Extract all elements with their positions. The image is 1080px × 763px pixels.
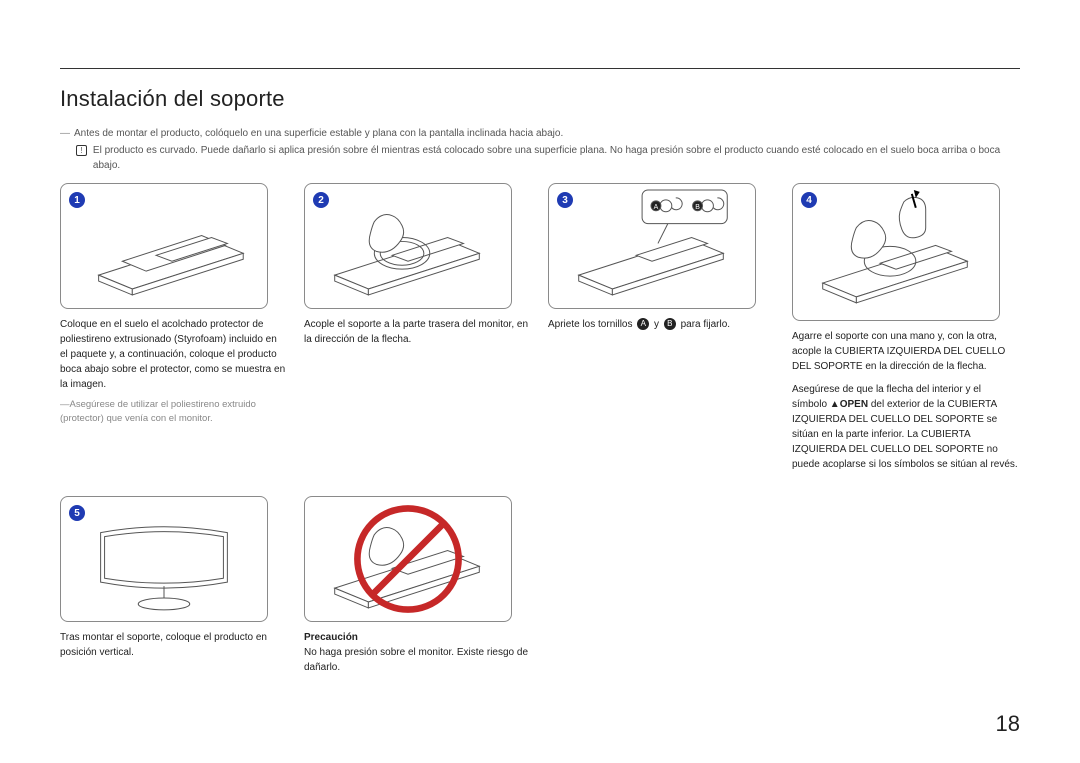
figure-4: 4 xyxy=(792,183,1000,321)
prohibit-icon xyxy=(353,504,463,614)
caution-desc: Precaución No haga presión sobre el moni… xyxy=(304,630,530,675)
figure-2: 2 xyxy=(304,183,512,309)
drawing-screws: A B xyxy=(549,184,755,309)
step-3-text-a: Apriete los tornillos xyxy=(548,319,635,330)
drawing-cover xyxy=(793,184,999,321)
step-1: 1 Coloque en el suelo el acolchado prote… xyxy=(60,183,286,472)
warning-text: El producto es curvado. Puede dañarlo si… xyxy=(93,143,1020,173)
caution-title: Precaución xyxy=(304,632,358,643)
step-3-text-c: para fijarlo. xyxy=(678,319,730,330)
figure-3: 3 A B xyxy=(548,183,756,309)
intro-text: Antes de montar el producto, colóquelo e… xyxy=(74,128,563,139)
step-grid-row2: 5 Tras montar el soporte, coloque el pro… xyxy=(60,496,1020,675)
dash-icon: ― xyxy=(60,128,70,139)
step-4-p2: Asegúrese de que la flecha del interior … xyxy=(792,382,1018,472)
warning-icon: ! xyxy=(76,145,87,156)
step-1-note-text: Asegúrese de utilizar el poliestireno ex… xyxy=(60,399,256,424)
figure-1: 1 xyxy=(60,183,268,309)
step-5-desc: Tras montar el soporte, coloque el produ… xyxy=(60,630,286,660)
drawing-monitor xyxy=(61,497,267,622)
page: Instalación del soporte ― Antes de montar… xyxy=(0,0,1080,763)
step-3-desc: Apriete los tornillos A y B para fijarlo… xyxy=(548,317,774,332)
step-4-p1: Agarre el soporte con una mano y, con la… xyxy=(792,331,1005,372)
step-1-text: Coloque en el suelo el acolchado protect… xyxy=(60,319,285,390)
step-2-text: Acople el soporte a la parte trasera del… xyxy=(304,319,528,345)
step-caution: Precaución No haga presión sobre el moni… xyxy=(304,496,530,675)
badge-b-icon: B xyxy=(664,318,676,330)
step-5: 5 Tras montar el soporte, coloque el pro… xyxy=(60,496,286,675)
step-1-desc: Coloque en el suelo el acolchado protect… xyxy=(60,317,286,427)
figure-caution xyxy=(304,496,512,622)
step-4: 4 Agarre xyxy=(792,183,1018,472)
figure-5: 5 xyxy=(60,496,268,622)
dash-icon: ― xyxy=(60,399,70,410)
section-title: Instalación del soporte xyxy=(60,86,1020,112)
intro-block: ― Antes de montar el producto, colóquelo … xyxy=(60,126,1020,173)
warning-row: ! El producto es curvado. Puede dañarlo … xyxy=(60,143,1020,173)
page-number: 18 xyxy=(996,711,1020,737)
horizontal-rule xyxy=(60,68,1020,69)
svg-text:B: B xyxy=(695,204,700,211)
open-symbol: ▲OPEN xyxy=(830,399,868,410)
drawing-slab-hand xyxy=(305,184,511,309)
empty-cell xyxy=(548,496,774,675)
step-grid-row1: 1 Coloque en el suelo el acolchado prote… xyxy=(60,183,1020,472)
svg-text:A: A xyxy=(654,204,659,211)
caution-text: No haga presión sobre el monitor. Existe… xyxy=(304,647,528,673)
step-5-text: Tras montar el soporte, coloque el produ… xyxy=(60,632,267,658)
drawing-slab xyxy=(61,184,267,309)
step-2: 2 Acople el soporte a xyxy=(304,183,530,472)
empty-cell xyxy=(792,496,1018,675)
step-3: 3 A B xyxy=(548,183,774,472)
step-3-text-b: y xyxy=(651,319,662,330)
step-2-desc: Acople el soporte a la parte trasera del… xyxy=(304,317,530,347)
badge-a-icon: A xyxy=(637,318,649,330)
step-4-desc: Agarre el soporte con una mano y, con la… xyxy=(792,329,1018,472)
step-1-note: ―Asegúrese de utilizar el poliestireno e… xyxy=(60,398,286,427)
intro-line: ― Antes de montar el producto, colóquelo … xyxy=(60,126,1020,141)
